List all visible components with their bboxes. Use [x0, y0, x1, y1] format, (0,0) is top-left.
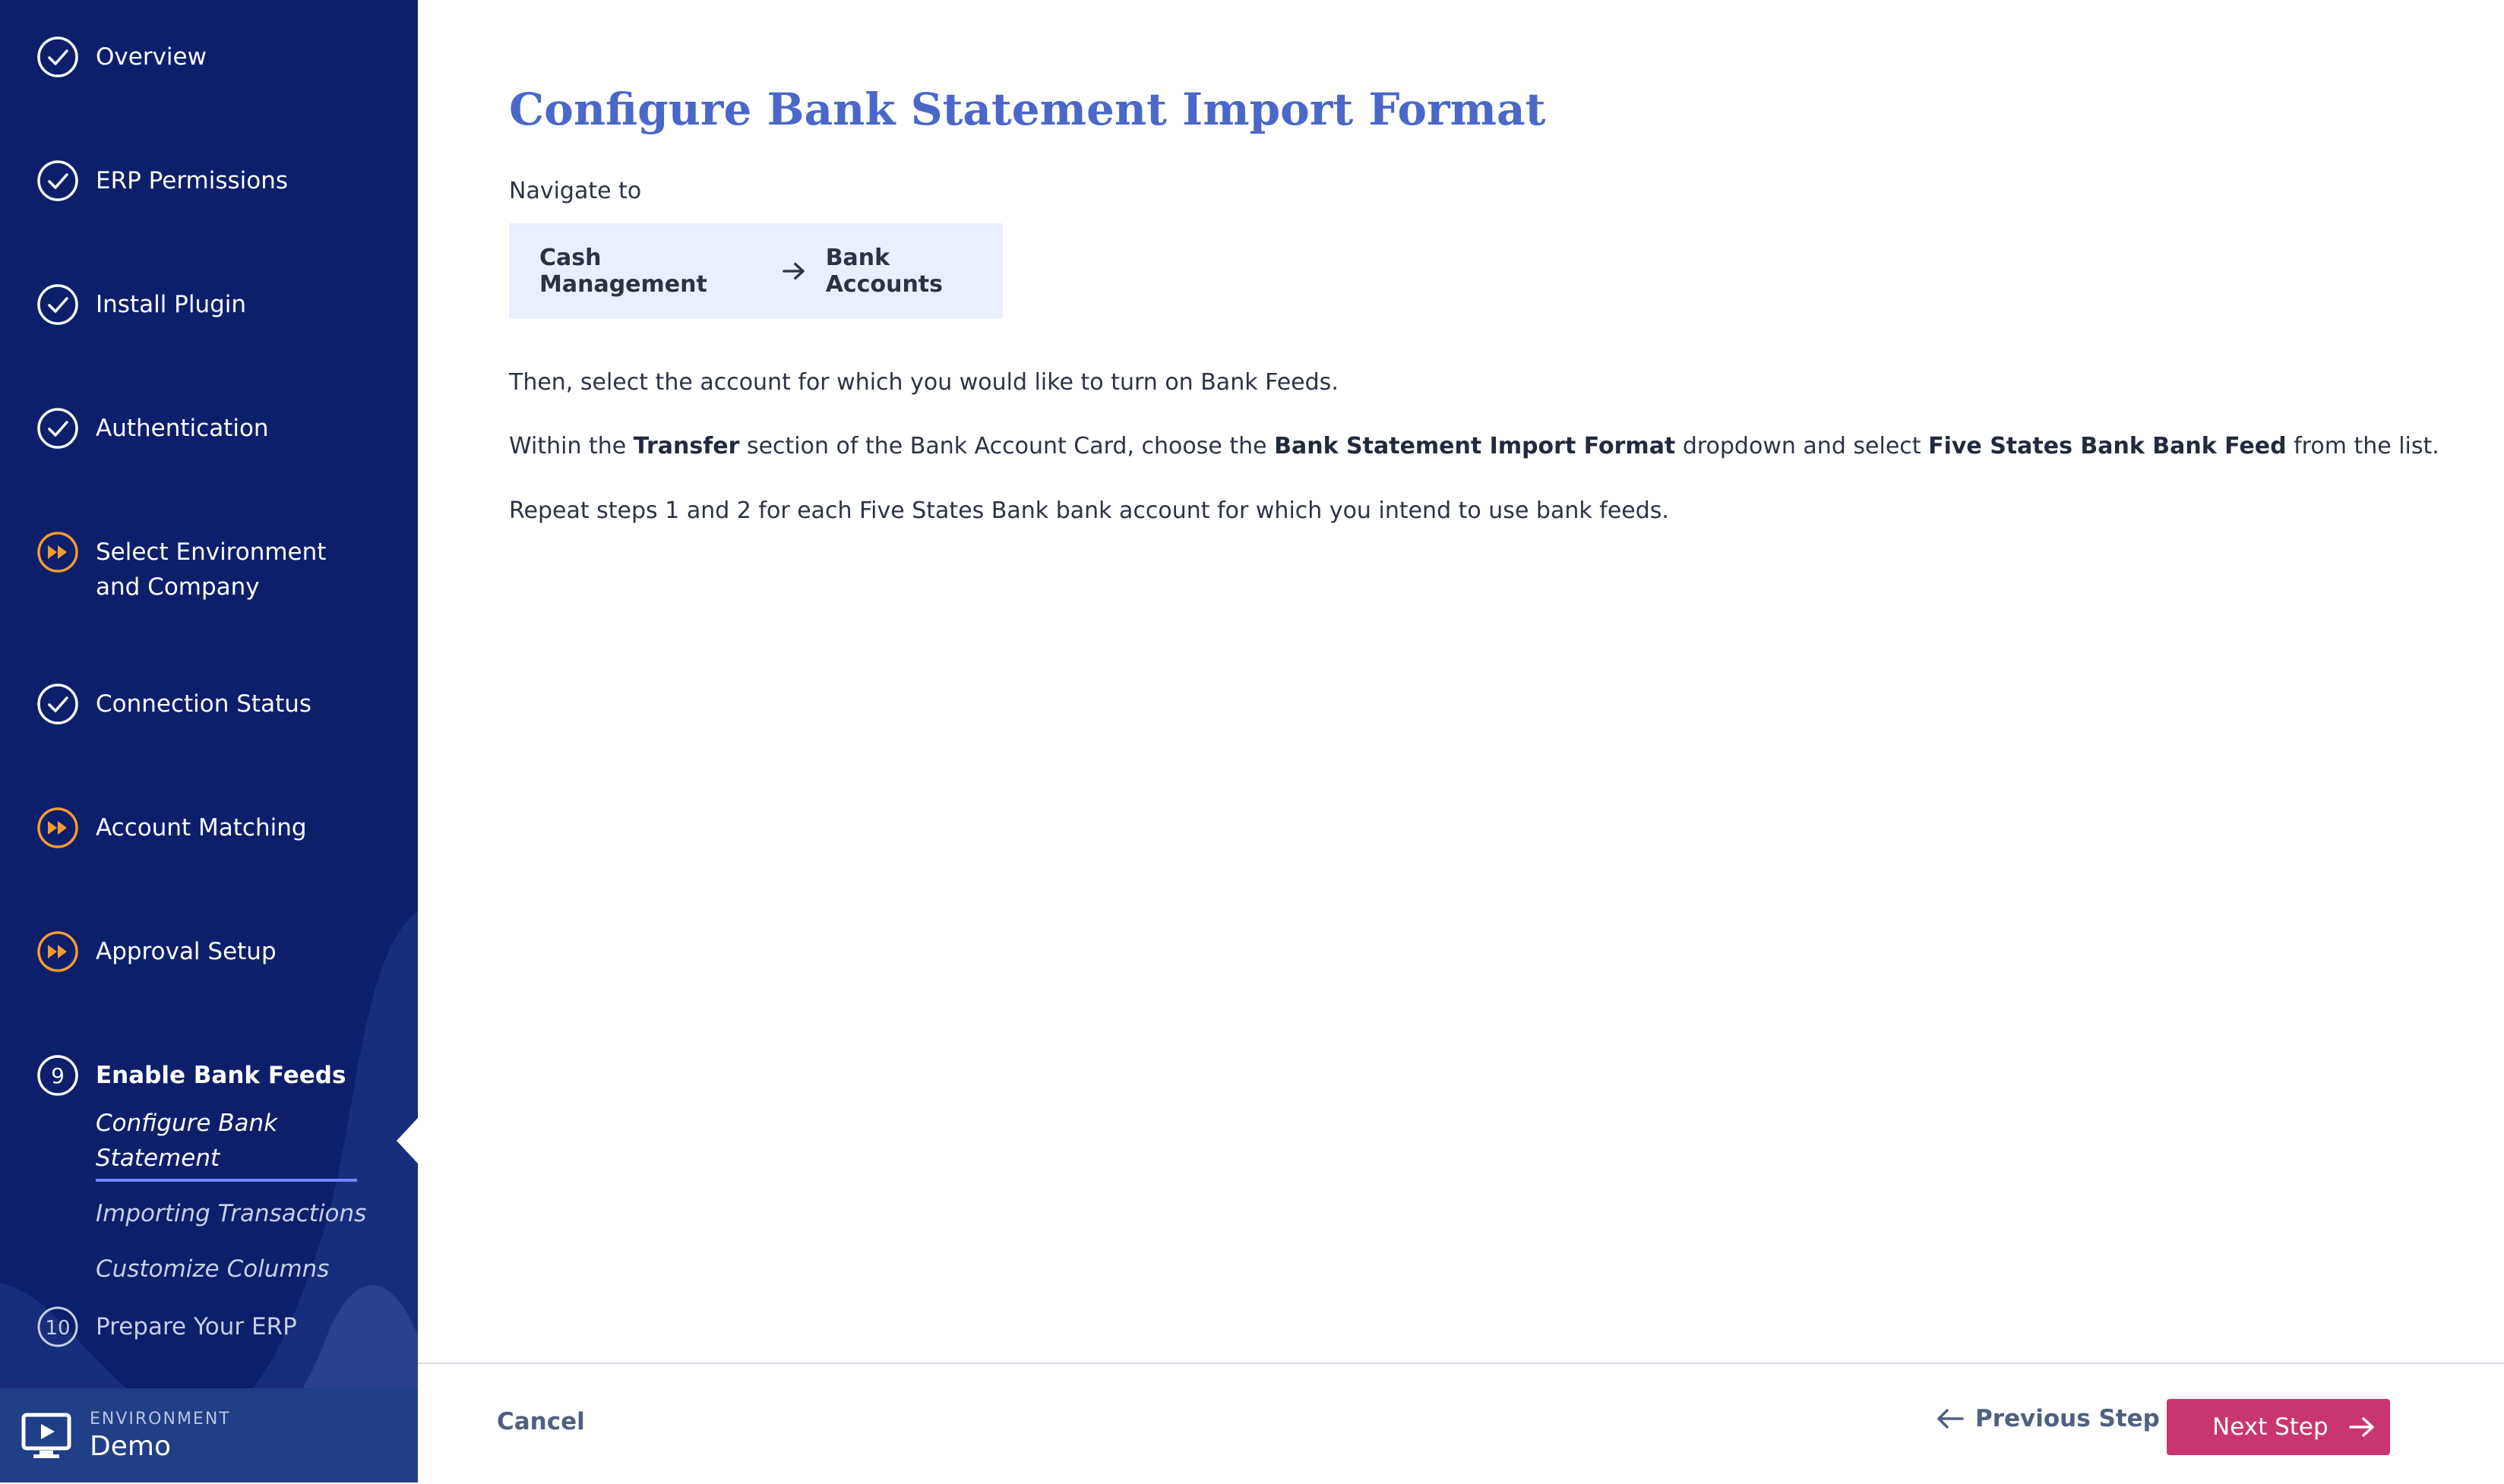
page-title: Configure Bank Statement Import Format: [509, 84, 1546, 135]
step-install-plugin[interactable]: Install Plugin: [36, 284, 354, 326]
step-label: Connection Status: [96, 690, 312, 718]
previous-step-button[interactable]: Previous Step: [1936, 1405, 2160, 1432]
arrow-right-icon: [2348, 1417, 2374, 1437]
substep-configure-bank-statement[interactable]: Configure Bank Statement: [96, 1106, 357, 1182]
check-circle-icon: [37, 684, 78, 725]
environment-panel[interactable]: ENVIRONMENT Demo: [0, 1388, 418, 1482]
navigate-label: Navigate to: [509, 178, 642, 204]
fast-forward-circle-icon: [37, 807, 78, 848]
environment-value: Demo: [90, 1431, 171, 1462]
step-label: Prepare Your ERP: [96, 1313, 297, 1340]
nav-path-item: Bank Accounts: [825, 245, 943, 298]
step-label: Account Matching: [96, 814, 307, 841]
step-connection-status[interactable]: Connection Status: [36, 684, 354, 725]
substep-customize-columns[interactable]: Customize Columns: [96, 1252, 329, 1287]
step-select-environment[interactable]: Select Environment and Company: [36, 532, 354, 605]
step-erp-permissions[interactable]: ERP Permissions: [36, 160, 354, 202]
active-step-pointer: [397, 1118, 418, 1164]
check-circle-icon: [37, 284, 78, 325]
environment-label: ENVIRONMENT: [90, 1410, 231, 1429]
step-enable-bank-feeds[interactable]: 9 Enable Bank Feeds: [36, 1055, 354, 1097]
check-circle-icon: [37, 408, 78, 449]
step-number-icon: 10: [37, 1306, 78, 1347]
bold-bank-feed: Five States Bank Bank Feed: [1928, 433, 2287, 459]
step-label: Select Environment and Company: [96, 538, 327, 601]
step-number: 9: [51, 1063, 65, 1088]
text-fragment: section of the Bank Account Card, choose…: [739, 433, 1275, 459]
arrow-right-icon: [782, 262, 805, 280]
step-authentication[interactable]: Authentication: [36, 408, 354, 450]
fast-forward-circle-icon: [37, 931, 78, 972]
check-circle-icon: [37, 36, 78, 77]
arrow-left-icon: [1937, 1409, 1964, 1429]
sidebar: Overview ERP Permissions Install Plugin …: [0, 0, 418, 1482]
step-label: Enable Bank Feeds: [96, 1062, 346, 1089]
instruction-import-format: Within the Transfer section of the Bank …: [509, 433, 2439, 459]
step-label: Approval Setup: [96, 938, 277, 965]
next-step-button[interactable]: Next Step: [2167, 1399, 2390, 1455]
text-fragment: Within the: [509, 433, 634, 459]
text-fragment: from the list.: [2286, 433, 2439, 459]
fast-forward-circle-icon: [37, 532, 78, 573]
step-approval-setup[interactable]: Approval Setup: [36, 931, 354, 973]
bold-transfer: Transfer: [633, 433, 740, 459]
nav-path-item: Cash Management: [539, 245, 707, 298]
check-circle-icon: [37, 160, 78, 201]
bold-import-format: Bank Statement Import Format: [1274, 433, 1676, 459]
next-step-label: Next Step: [2212, 1413, 2329, 1441]
step-number: 10: [45, 1317, 70, 1340]
instruction-repeat: Repeat steps 1 and 2 for each Five State…: [509, 497, 1669, 524]
step-prepare-your-erp[interactable]: 10 Prepare Your ERP: [36, 1306, 354, 1348]
step-label: ERP Permissions: [96, 167, 289, 194]
step-overview[interactable]: Overview: [36, 36, 354, 78]
previous-step-label: Previous Step: [1975, 1405, 2160, 1432]
monitor-play-icon: [21, 1413, 71, 1458]
step-account-matching[interactable]: Account Matching: [36, 807, 354, 849]
step-label: Authentication: [96, 415, 269, 442]
footer-bar: Cancel Previous Step Next Step: [418, 1362, 2504, 1484]
cancel-button[interactable]: Cancel: [497, 1408, 585, 1435]
navigation-path: Cash Management Bank Accounts: [509, 223, 1003, 319]
step-label: Install Plugin: [96, 291, 247, 318]
instruction-select-account: Then, select the account for which you w…: [509, 369, 1339, 396]
main-content: Configure Bank Statement Import Format N…: [418, 0, 2504, 1484]
substep-importing-transactions[interactable]: Importing Transactions: [96, 1196, 366, 1231]
text-fragment: dropdown and select: [1675, 433, 1929, 459]
step-label: Overview: [96, 43, 207, 71]
step-number-icon: 9: [37, 1055, 78, 1096]
